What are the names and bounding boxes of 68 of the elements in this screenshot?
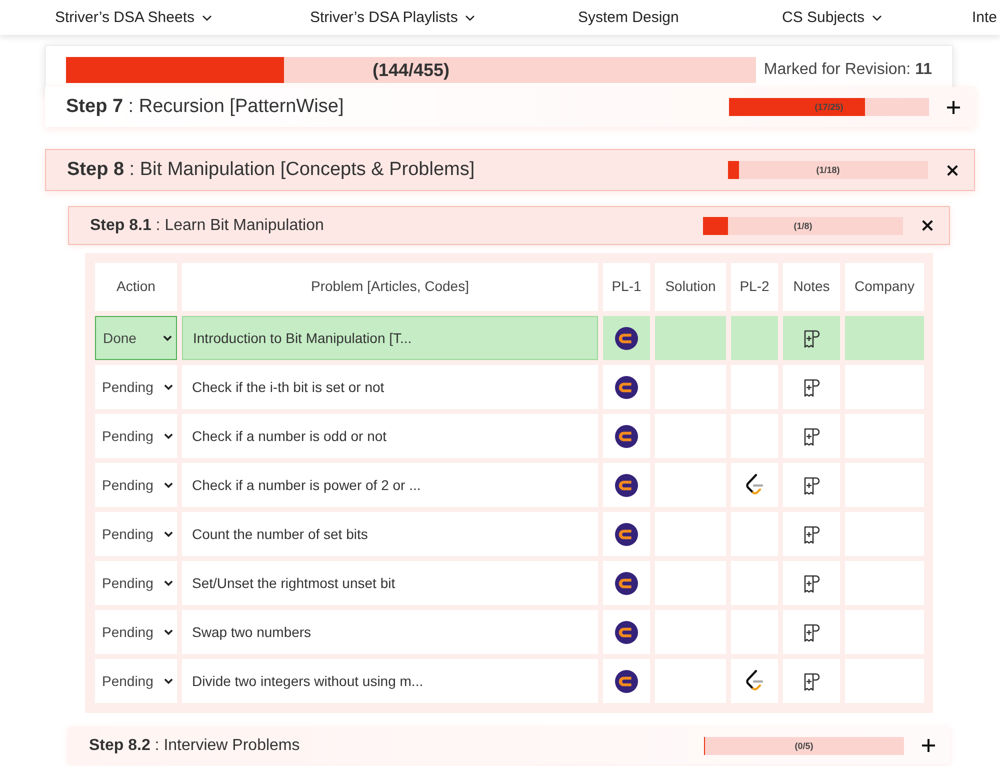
- substep-title: Step 8.2 : Interview Problems: [89, 736, 301, 754]
- substep-header[interactable]: Step 8.2 : Interview Problems (0/5): [68, 727, 950, 764]
- problem-cell[interactable]: Introduction to Bit Manipulation [T...: [182, 316, 598, 360]
- chevron-down-icon: [464, 14, 475, 20]
- column-header: PL-1: [603, 263, 650, 311]
- platform-logo-icon[interactable]: [744, 473, 764, 497]
- problem-cell[interactable]: Divide two integers without using m...: [182, 659, 598, 703]
- nav-link[interactable]: Striver’s DSA Sheets: [55, 9, 310, 26]
- status-dropdown[interactable]: Pending: [95, 610, 177, 654]
- substep-count: (1/8): [794, 220, 812, 230]
- nav-link[interactable]: System Design: [578, 9, 782, 26]
- nav-link[interactable]: Inte: [972, 9, 998, 26]
- problem-cell[interactable]: Check if a number is odd or not: [182, 414, 598, 458]
- plus-icon[interactable]: [922, 739, 935, 752]
- status-dropdown[interactable]: Done: [95, 316, 177, 360]
- caret-icon: [163, 335, 172, 341]
- close-icon[interactable]: [921, 219, 934, 232]
- caret-icon: [164, 433, 173, 439]
- platform-logo-icon[interactable]: [615, 620, 638, 644]
- column-header: PL-2: [731, 263, 778, 311]
- revision-label: Marked for Revision: 11: [764, 61, 932, 79]
- caret-icon: [164, 629, 173, 635]
- column-header: Notes: [783, 263, 840, 311]
- step-title: Step 7 : Recursion [PatternWise]: [66, 96, 345, 118]
- caret-icon: [164, 384, 173, 390]
- platform-logo-icon[interactable]: [615, 522, 638, 546]
- problem-cell[interactable]: Count the number of set bits: [182, 512, 598, 556]
- platform-logo-icon[interactable]: [615, 424, 638, 448]
- problem-cell[interactable]: Set/Unset the rightmost unset bit: [182, 561, 598, 605]
- problem-cell[interactable]: Check if the i-th bit is set or not: [182, 365, 598, 409]
- status-dropdown[interactable]: Pending: [95, 512, 177, 556]
- step-title: Step 8 : Bit Manipulation [Concepts & Problems]: [67, 159, 476, 181]
- step-header[interactable]: Step 8 : Bit Manipulation [Concepts & Problems] (1/18): [45, 149, 975, 191]
- platform-logo-icon[interactable]: [615, 326, 638, 350]
- platform-logo-icon[interactable]: [615, 670, 638, 692]
- status-dropdown[interactable]: Pending: [95, 365, 177, 409]
- column-header: Company: [845, 263, 924, 311]
- column-header: Action: [95, 263, 177, 311]
- caret-icon: [164, 531, 173, 537]
- nav-link[interactable]: CS Subjects: [782, 9, 972, 26]
- problem-cell[interactable]: Swap two numbers: [182, 610, 598, 654]
- chevron-down-icon: [872, 14, 882, 20]
- step-header[interactable]: Step 7 : Recursion [PatternWise] (17/25): [45, 87, 975, 127]
- plus-icon[interactable]: [947, 100, 960, 114]
- platform-logo-icon[interactable]: [744, 669, 764, 693]
- substep-title: Step 8.1 : Learn Bit Manipulation: [90, 216, 325, 234]
- column-header: Problem [Articles, Codes]: [182, 263, 598, 311]
- progress-count: (144/455): [372, 60, 450, 80]
- step-count: (17/25): [814, 102, 844, 112]
- column-header: Solution: [655, 263, 726, 311]
- platform-logo-icon[interactable]: [615, 474, 638, 496]
- caret-icon: [164, 678, 173, 684]
- caret-icon: [164, 482, 173, 488]
- close-icon[interactable]: [946, 164, 959, 176]
- platform-logo-icon[interactable]: [615, 572, 638, 594]
- status-dropdown[interactable]: Pending: [95, 659, 177, 703]
- caret-icon: [164, 580, 173, 586]
- substep-header[interactable]: Step 8.1 : Learn Bit Manipulation (1/8): [68, 206, 950, 245]
- step-count: (1/18): [816, 165, 840, 175]
- problem-cell[interactable]: Check if a number is power of 2 or ...: [182, 463, 598, 507]
- nav-link[interactable]: Striver’s DSA Playlists: [310, 9, 578, 26]
- substep-count: (0/5): [794, 740, 814, 750]
- status-dropdown[interactable]: Pending: [95, 414, 177, 458]
- platform-logo-icon[interactable]: [615, 376, 638, 398]
- table-cell: [655, 316, 726, 360]
- status-dropdown[interactable]: Pending: [95, 463, 177, 507]
- chevron-down-icon: [202, 14, 212, 20]
- status-dropdown[interactable]: Pending: [95, 561, 177, 605]
